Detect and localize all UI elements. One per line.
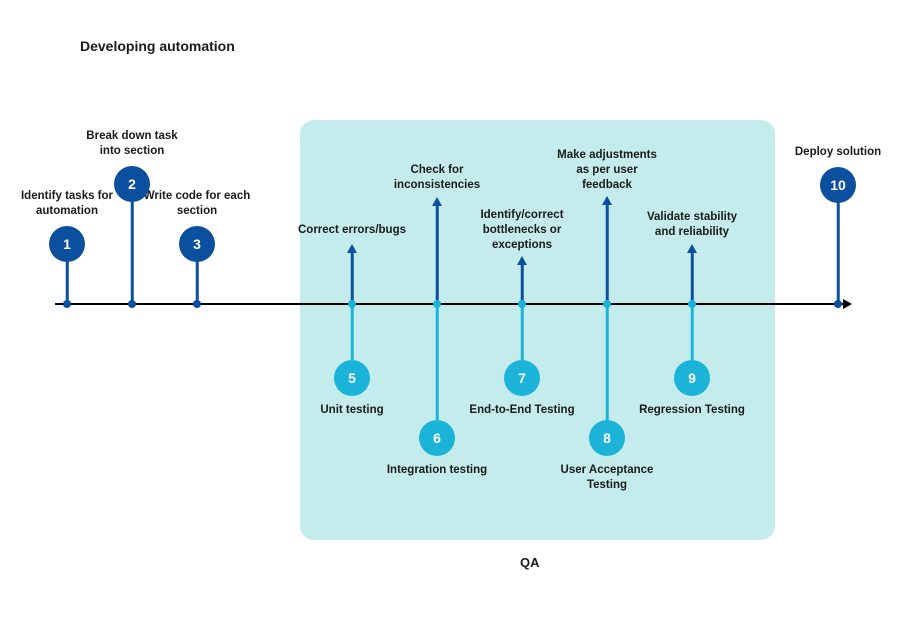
diagram-title: Developing automation: [80, 38, 235, 54]
step-3: Write code for each section 3: [137, 189, 257, 262]
step-8-circle: 8: [589, 420, 625, 456]
step-10-num: 10: [830, 177, 846, 193]
arrow-7-label: Identify/correct bottlenecks or exceptio…: [467, 208, 577, 253]
arrow-8: Make adjustments as per user feedback: [552, 148, 662, 199]
step-5-circle: 5: [334, 360, 370, 396]
step-6-circle: 6: [419, 420, 455, 456]
step-7-num: 7: [518, 370, 526, 386]
step-1-num: 1: [63, 236, 71, 252]
arrow-5-label: Correct errors/bugs: [297, 223, 407, 238]
arrow-6: Check for inconsistencies: [382, 163, 492, 199]
step-10-circle: 10: [820, 167, 856, 203]
step-7-circle: 7: [504, 360, 540, 396]
arrow-6-label: Check for inconsistencies: [382, 163, 492, 193]
qa-section-label: QA: [520, 555, 540, 570]
step-5-num: 5: [348, 370, 356, 386]
step-10: Deploy solution 10: [778, 145, 898, 203]
step-3-circle: 3: [179, 226, 215, 262]
step-2-circle: 2: [114, 166, 150, 202]
step-3-num: 3: [193, 236, 201, 252]
step-9-circle: 9: [674, 360, 710, 396]
step-8-label: User Acceptance Testing: [550, 463, 665, 493]
step-9: 9 Regression Testing: [632, 303, 752, 418]
step-8-num: 8: [603, 430, 611, 446]
step-1-circle: 1: [49, 226, 85, 262]
arrow-9-label: Validate stability and reliability: [637, 210, 747, 240]
step-2-label: Break down task into section: [75, 129, 190, 159]
step-9-label: Regression Testing: [635, 403, 750, 418]
step-6-num: 6: [433, 430, 441, 446]
arrow-5: Correct errors/bugs: [297, 223, 407, 244]
arrow-7: Identify/correct bottlenecks or exceptio…: [467, 208, 577, 259]
step-10-label: Deploy solution: [781, 145, 896, 160]
arrow-8-label: Make adjustments as per user feedback: [552, 148, 662, 193]
step-6-label: Integration testing: [380, 463, 495, 478]
step-2-num: 2: [128, 176, 136, 192]
step-3-label: Write code for each section: [140, 189, 255, 219]
arrow-9: Validate stability and reliability: [637, 210, 747, 246]
step-9-num: 9: [688, 370, 696, 386]
